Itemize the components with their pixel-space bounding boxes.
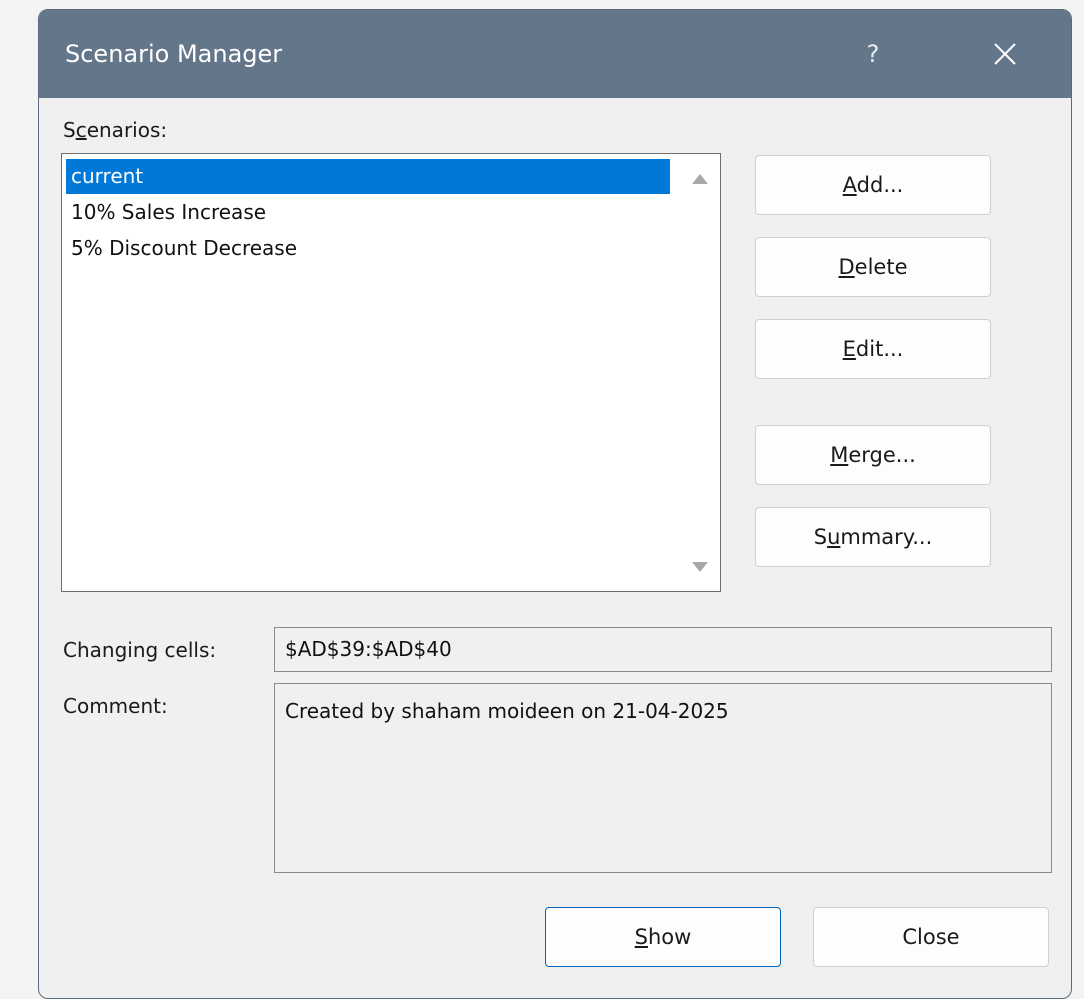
comment-field: Created by shaham moideen on 21-04-2025 <box>274 683 1052 873</box>
changing-cells-label: Changing cells: <box>63 638 217 662</box>
delete-button[interactable]: Delete <box>755 237 991 297</box>
merge-button[interactable]: Merge... <box>755 425 991 485</box>
comment-label: Comment: <box>63 694 168 718</box>
changing-cells-field: $AD$39:$AD$40 <box>274 627 1052 672</box>
list-item[interactable]: 10% Sales Increase <box>66 195 670 230</box>
close-icon[interactable] <box>983 32 1027 76</box>
scenarios-listbox[interactable]: current 10% Sales Increase 5% Discount D… <box>61 153 721 592</box>
triangle-down-icon[interactable] <box>688 556 712 578</box>
list-item[interactable]: 5% Discount Decrease <box>66 231 670 266</box>
list-item[interactable]: current <box>66 159 670 194</box>
dialog-title: Scenario Manager <box>65 40 283 68</box>
help-button[interactable]: ? <box>851 34 895 74</box>
summary-button[interactable]: Summary... <box>755 507 991 567</box>
show-button[interactable]: Show <box>545 907 781 967</box>
edit-button[interactable]: Edit... <box>755 319 991 379</box>
scenarios-label: Scenarios: <box>63 118 168 142</box>
scenario-manager-dialog: Scenario Manager ? Scenarios: current 10… <box>38 9 1072 999</box>
close-button[interactable]: Close <box>813 907 1049 967</box>
title-bar: Scenario Manager ? <box>39 10 1071 98</box>
triangle-up-icon[interactable] <box>688 168 712 190</box>
add-button[interactable]: Add... <box>755 155 991 215</box>
